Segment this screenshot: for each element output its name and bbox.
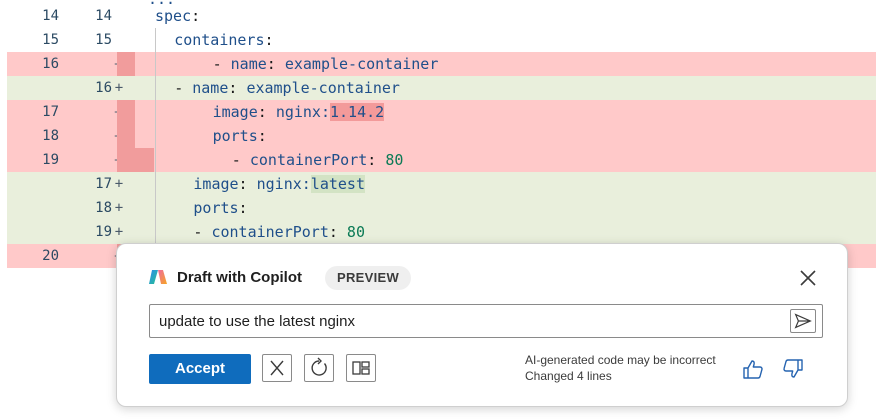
deletion-marker bbox=[117, 100, 135, 124]
new-line-number: 14 bbox=[95, 8, 112, 24]
copilot-logo-icon bbox=[149, 270, 167, 284]
diff-line: 17 + image: nginx:latest bbox=[7, 172, 876, 196]
disclaimer: AI-generated code may be incorrect Chang… bbox=[525, 352, 716, 384]
diff-sign: + bbox=[114, 224, 124, 240]
old-line-number: 14 bbox=[42, 8, 59, 24]
code-text: - containerPort: 80 bbox=[231, 151, 404, 169]
toggle-diff-view-button[interactable] bbox=[346, 354, 376, 382]
deletion-block-marker bbox=[117, 148, 154, 172]
panel-title: Draft with Copilot bbox=[177, 269, 302, 286]
old-line-number: 15 bbox=[42, 32, 59, 48]
old-line-number: 16 bbox=[42, 56, 59, 72]
diff-line: 16—- name: example-container bbox=[7, 52, 876, 76]
discard-button[interactable] bbox=[262, 354, 292, 382]
code-text: image: nginx:latest bbox=[193, 175, 365, 193]
send-icon[interactable] bbox=[790, 309, 816, 333]
code-text: - name: example-container bbox=[174, 79, 400, 97]
diff-line: 18—ports: bbox=[7, 124, 876, 148]
new-line-number: 17 bbox=[95, 176, 112, 192]
code-text: ports: bbox=[193, 199, 248, 217]
discard-icon bbox=[270, 360, 284, 376]
disclaimer-text: AI-generated code may be incorrect bbox=[525, 353, 716, 367]
new-line-number: 18 bbox=[95, 200, 112, 216]
regenerate-button[interactable] bbox=[304, 354, 334, 382]
changed-lines-count: Changed 4 lines bbox=[525, 369, 612, 383]
diff-line: 14 14 spec: bbox=[7, 4, 876, 28]
code-text: - containerPort: 80 bbox=[193, 223, 365, 241]
diff-line: 15 15 containers: bbox=[7, 28, 876, 52]
prompt-input[interactable]: update to use the latest nginx bbox=[149, 304, 823, 338]
regenerate-icon bbox=[311, 357, 327, 376]
new-line-number: 19 bbox=[95, 224, 112, 240]
diff-sign: + bbox=[114, 200, 124, 216]
prompt-input-value: update to use the latest nginx bbox=[159, 313, 355, 330]
indent-guide bbox=[155, 28, 156, 244]
new-line-number: 15 bbox=[95, 32, 112, 48]
thumbs-down-icon[interactable] bbox=[781, 358, 805, 380]
thumbs-up-icon[interactable] bbox=[741, 358, 765, 380]
toggle-diff-view-icon bbox=[352, 361, 370, 375]
code-text: ports: bbox=[212, 127, 267, 145]
diff-sign: + bbox=[114, 80, 124, 96]
diff-line: 16 + - name: example-container bbox=[7, 76, 876, 100]
diff-line: 19 + - containerPort: 80 bbox=[7, 220, 876, 244]
old-line-number: 18 bbox=[42, 128, 59, 144]
code-text: containers: bbox=[174, 31, 274, 49]
diff-sign: + bbox=[114, 176, 124, 192]
old-line-number: 20 bbox=[42, 248, 59, 264]
code-text: - name: example-container bbox=[212, 55, 439, 73]
deletion-marker bbox=[117, 124, 135, 148]
deletion-marker bbox=[117, 52, 135, 76]
accept-button[interactable]: Accept bbox=[149, 354, 251, 384]
close-icon[interactable] bbox=[797, 267, 819, 289]
code-text: image: nginx:1.14.2 bbox=[212, 103, 385, 121]
new-line-number: 16 bbox=[95, 80, 112, 96]
old-line-number: 17 bbox=[42, 104, 59, 120]
copilot-draft-panel: Draft with Copilot PREVIEW update to use… bbox=[116, 243, 848, 407]
diff-line: 18 + ports: bbox=[7, 196, 876, 220]
old-line-number: 19 bbox=[42, 152, 59, 168]
partial-line-above: ... bbox=[148, 0, 175, 8]
preview-badge: PREVIEW bbox=[325, 266, 412, 290]
diff-line: 17—image: nginx:1.14.2 bbox=[7, 100, 876, 124]
